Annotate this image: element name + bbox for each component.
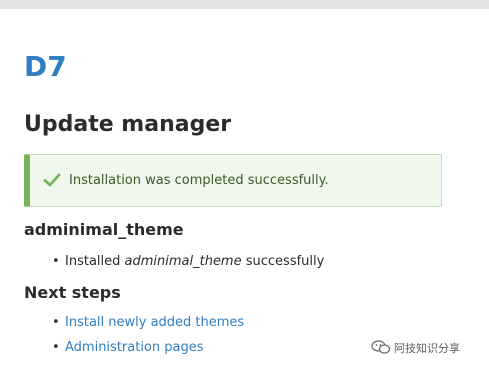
check-icon xyxy=(43,173,61,187)
bullet: • xyxy=(52,254,60,269)
project-title: adminimal_theme xyxy=(24,220,184,239)
watermark-text: 阿技知识分享 xyxy=(394,342,460,355)
wechat-icon xyxy=(371,340,391,354)
page-title: Update manager xyxy=(24,112,232,137)
top-bar xyxy=(0,0,489,9)
install-themes-link[interactable]: Install newly added themes xyxy=(65,315,244,330)
result-suffix: successfully xyxy=(241,254,325,269)
list-item: • Installed adminimal_theme successfully xyxy=(52,253,324,271)
watermark: 阿技知识分享 xyxy=(371,340,460,358)
list-item: • Administration pages xyxy=(52,339,244,364)
status-message-text: Installation was completed successfully. xyxy=(69,173,329,188)
next-steps-list: • Install newly added themes • Administrat… xyxy=(52,314,244,364)
list-item: • Install newly added themes xyxy=(52,314,244,339)
administration-pages-link[interactable]: Administration pages xyxy=(65,340,204,355)
result-prefix: Installed xyxy=(65,254,125,269)
bullet: • xyxy=(52,315,60,330)
bullet: • xyxy=(52,340,60,355)
next-steps-title: Next steps xyxy=(24,283,121,302)
result-project-name: adminimal_theme xyxy=(124,254,242,269)
status-message: Installation was completed successfully. xyxy=(24,154,442,207)
result-list: • Installed adminimal_theme successfully xyxy=(52,253,324,271)
site-name[interactable]: D7 xyxy=(24,50,67,84)
